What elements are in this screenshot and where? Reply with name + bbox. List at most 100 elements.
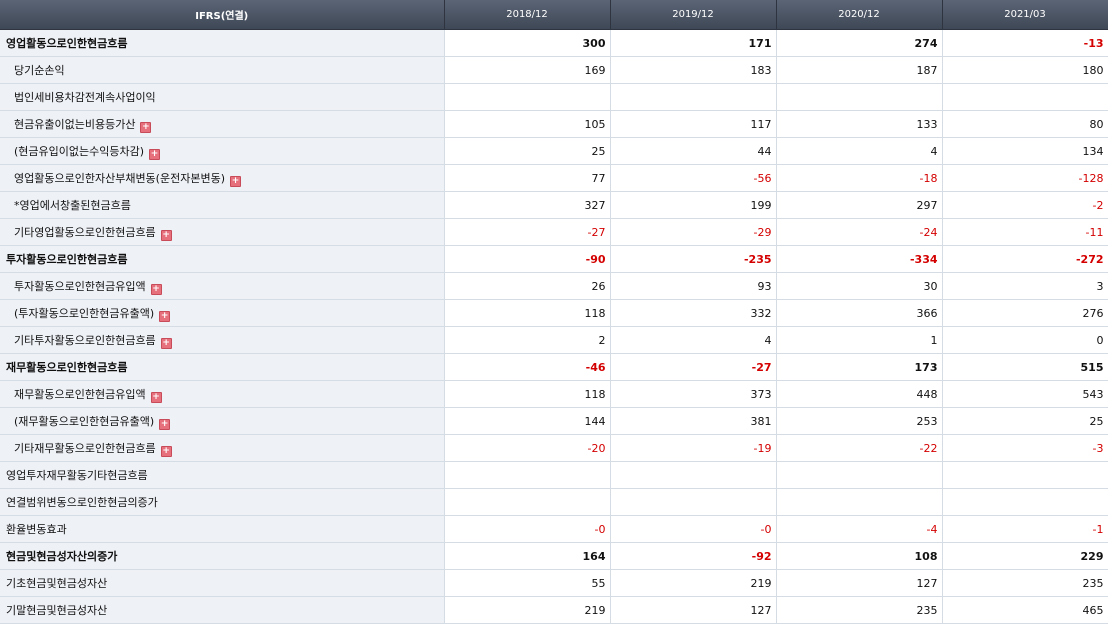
row-label: 현금및현금성자산의증가 <box>6 550 118 563</box>
value-cell: 276 <box>942 299 1108 327</box>
value-cell <box>444 461 611 489</box>
value-cell: 25 <box>444 137 611 165</box>
row-label: 당기순손익 <box>14 64 65 77</box>
row-label: 기타영업활동으로인한현금흐름 <box>14 225 156 239</box>
expand-plus-icon[interactable]: + <box>160 229 172 241</box>
row-label-cell: 영업활동으로인한현금흐름 <box>0 29 445 57</box>
value-cell: 26 <box>444 272 611 300</box>
table-row: 기초현금및현금성자산 55 219 127 235 <box>0 569 1108 597</box>
value-cell <box>776 83 943 111</box>
value-cell: 381 <box>610 407 777 435</box>
row-label: 기타투자활동으로인한현금흐름 <box>14 333 156 347</box>
expand-plus-icon[interactable]: + <box>160 445 172 457</box>
value-cell: 4 <box>610 326 777 354</box>
header-period: 2021/03 <box>942 0 1108 30</box>
row-label: *영업에서창출된현금흐름 <box>14 199 131 212</box>
value-cell: 235 <box>942 569 1108 597</box>
expand-plus-icon[interactable]: + <box>229 175 241 187</box>
value-cell: 127 <box>610 596 777 624</box>
row-label: (투자활동으로인한현금유출액) <box>14 306 155 320</box>
value-cell: 30 <box>776 272 943 300</box>
value-cell <box>942 461 1108 489</box>
value-cell: 105 <box>444 110 611 138</box>
table-row: 재무활동으로인한현금유입액 +118 373 448 543 <box>0 380 1108 408</box>
table-row: 환율변동효과 -0 -0 -4 -1 <box>0 515 1108 543</box>
row-label-cell: 기타영업활동으로인한현금흐름 + <box>0 218 445 246</box>
row-label: 재무활동으로인한현금유입액 <box>14 387 146 401</box>
value-cell: 169 <box>444 56 611 84</box>
expand-plus-icon[interactable]: + <box>150 391 162 403</box>
row-label: 연결범위변동으로인한현금의증가 <box>6 496 158 509</box>
row-label: 현금유출이없는비용등가산 <box>14 117 136 131</box>
row-label: 영업활동으로인한자산부채변동(운전자본변동) <box>14 171 225 185</box>
row-label-cell: *영업에서창출된현금흐름 <box>0 191 445 219</box>
value-cell: -27 <box>610 353 777 381</box>
table-row: *영업에서창출된현금흐름 327 199 297 -2 <box>0 191 1108 219</box>
table-row: 영업활동으로인한현금흐름 300 171 274 -13 <box>0 29 1108 57</box>
value-cell: -235 <box>610 245 777 273</box>
value-cell: 55 <box>444 569 611 597</box>
value-cell: -334 <box>776 245 943 273</box>
value-cell: 300 <box>444 29 611 57</box>
row-label-cell: 영업활동으로인한자산부채변동(운전자본변동) + <box>0 164 445 192</box>
expand-plus-icon[interactable]: + <box>149 148 161 160</box>
header-period: 2020/12 <box>776 0 943 30</box>
value-cell: 108 <box>776 542 943 570</box>
row-label-cell: 현금유출이없는비용등가산 + <box>0 110 445 138</box>
value-cell <box>610 488 777 516</box>
header-label: IFRS(연결) <box>0 0 445 30</box>
value-cell: 229 <box>942 542 1108 570</box>
row-label-cell: (재무활동으로인한현금유출액) + <box>0 407 445 435</box>
value-cell: 164 <box>444 542 611 570</box>
row-label-cell: 연결범위변동으로인한현금의증가 <box>0 488 445 516</box>
row-label-cell: 기타재무활동으로인한현금흐름 + <box>0 434 445 462</box>
table-row: (투자활동으로인한현금유출액) +118 332 366 276 <box>0 299 1108 327</box>
row-label-cell: (투자활동으로인한현금유출액) + <box>0 299 445 327</box>
value-cell: 543 <box>942 380 1108 408</box>
value-cell <box>776 461 943 489</box>
value-cell: 327 <box>444 191 611 219</box>
expand-plus-icon[interactable]: + <box>159 418 171 430</box>
expand-plus-icon[interactable]: + <box>160 337 172 349</box>
value-cell: 117 <box>610 110 777 138</box>
value-cell: 134 <box>942 137 1108 165</box>
value-cell: 77 <box>444 164 611 192</box>
row-label: 투자활동으로인한현금유입액 <box>14 279 146 293</box>
value-cell: 183 <box>610 56 777 84</box>
value-cell: 274 <box>776 29 943 57</box>
row-label-cell: 투자활동으로인한현금유입액 + <box>0 272 445 300</box>
value-cell: 297 <box>776 191 943 219</box>
expand-plus-icon[interactable]: + <box>140 121 152 133</box>
row-label: 기초현금및현금성자산 <box>6 577 108 590</box>
value-cell: -3 <box>942 434 1108 462</box>
value-cell: -24 <box>776 218 943 246</box>
table-row: 현금유출이없는비용등가산 +105 117 133 80 <box>0 110 1108 138</box>
table-row: 연결범위변동으로인한현금의증가 <box>0 488 1108 516</box>
value-cell: 133 <box>776 110 943 138</box>
row-label: 법인세비용차감전계속사업이익 <box>14 91 156 104</box>
row-label: 영업투자재무활동기타현금흐름 <box>6 469 148 482</box>
value-cell <box>942 488 1108 516</box>
value-cell: -22 <box>776 434 943 462</box>
header-period: 2018/12 <box>444 0 611 30</box>
table-row: 영업투자재무활동기타현금흐름 <box>0 461 1108 489</box>
expand-plus-icon[interactable]: + <box>150 283 162 295</box>
value-cell <box>610 83 777 111</box>
row-label: (재무활동으로인한현금유출액) <box>14 414 155 428</box>
value-cell: 180 <box>942 56 1108 84</box>
value-cell: 80 <box>942 110 1108 138</box>
value-cell: -46 <box>444 353 611 381</box>
table-row: 투자활동으로인한현금유입액 +26 93 30 3 <box>0 272 1108 300</box>
expand-plus-icon[interactable]: + <box>159 310 171 322</box>
cash-flow-table: IFRS(연결) 2018/12 2019/12 2020/12 2021/03… <box>0 0 1108 624</box>
row-label: 재무활동으로인한현금흐름 <box>6 361 128 374</box>
value-cell: -19 <box>610 434 777 462</box>
table-row: 재무활동으로인한현금흐름 -46 -27 173 515 <box>0 353 1108 381</box>
row-label: 기말현금및현금성자산 <box>6 604 108 617</box>
value-cell: 118 <box>444 299 611 327</box>
table-row: 기말현금및현금성자산 219 127 235 465 <box>0 596 1108 624</box>
value-cell: -4 <box>776 515 943 543</box>
table-row: 법인세비용차감전계속사업이익 <box>0 83 1108 111</box>
value-cell <box>444 83 611 111</box>
value-cell: 235 <box>776 596 943 624</box>
